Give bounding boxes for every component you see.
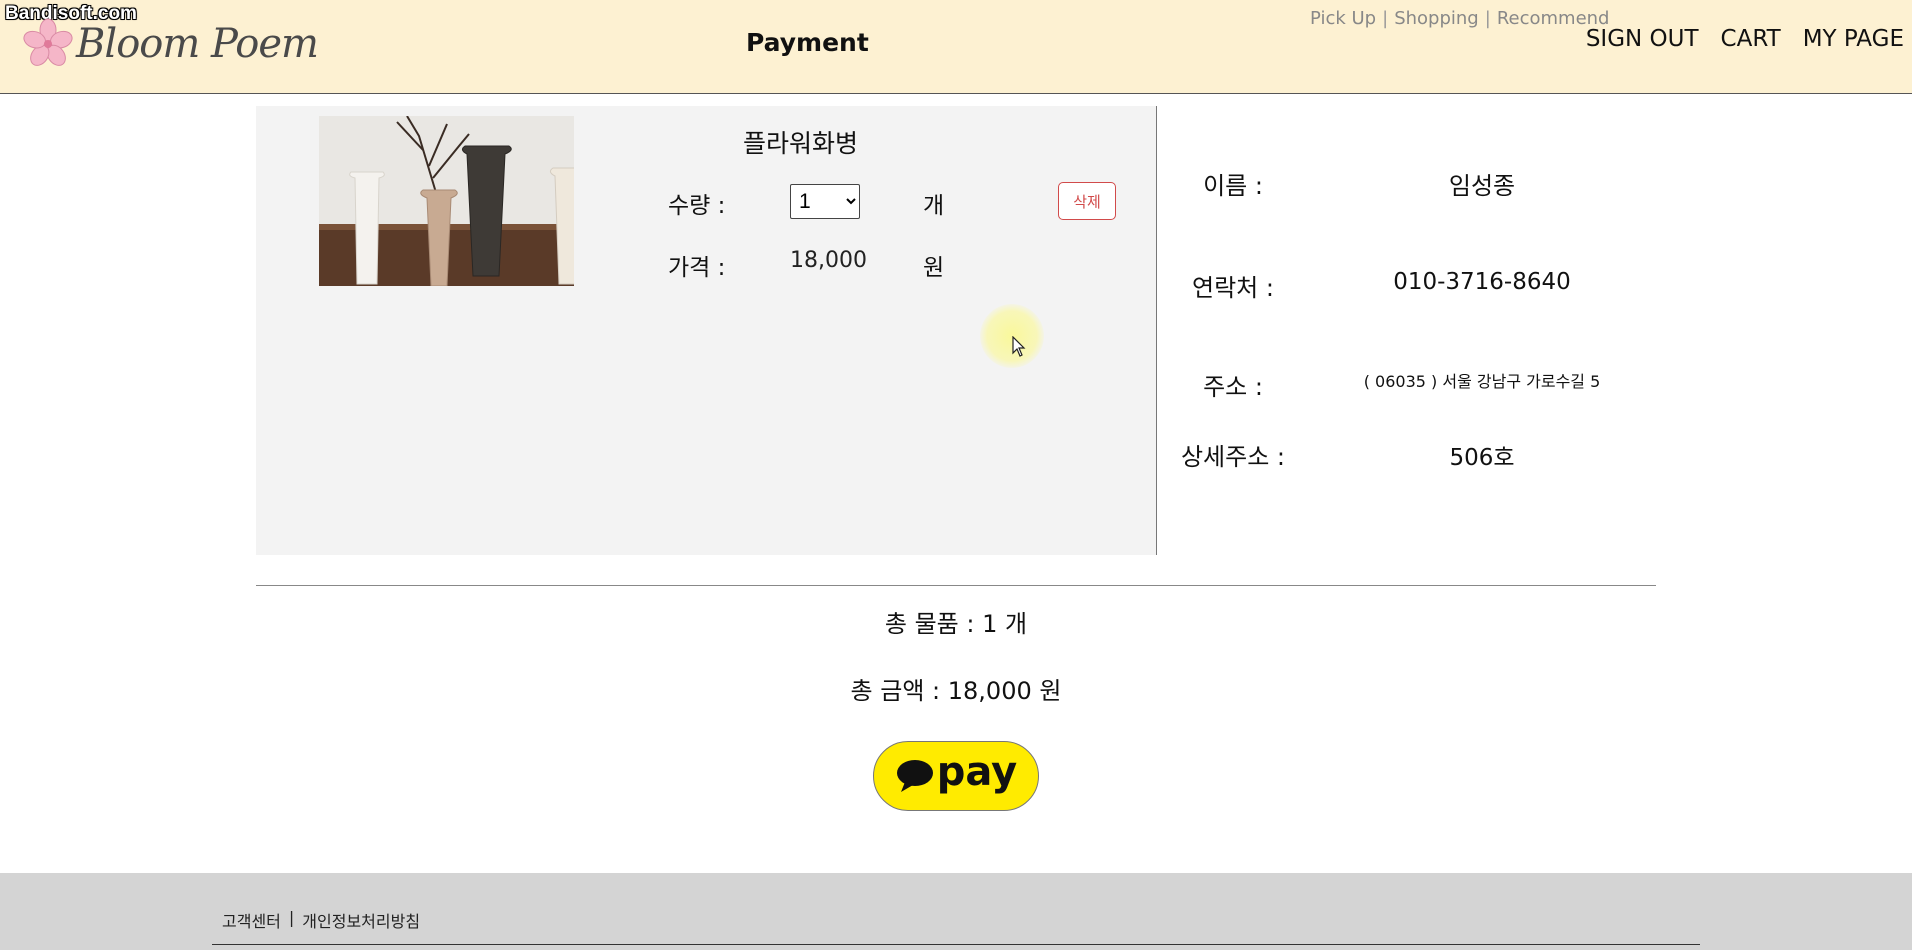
footer-divider [212,944,1700,945]
quantity-unit: 개 [923,193,945,219]
footer-links: 고객센터 | 개인정보처리방침 [222,908,420,932]
main-navigation: SIGN OUT CART MY PAGE [1586,26,1904,52]
sub-navigation: Pick Up | Shopping | Recommend [1304,8,1615,29]
site-logo[interactable]: Bloom Poem [22,18,319,70]
site-header: Bandisoft.com Bloom Poem Payment Pick Up… [0,0,1912,94]
quantity-select[interactable]: 1 [790,184,860,219]
product-image [319,116,574,286]
price-value: 18,000 [790,248,867,273]
page-title: Payment [746,28,869,57]
total-price: 총 금액 : 18,000 원 [850,677,1062,705]
my-page-link[interactable]: MY PAGE [1803,26,1904,52]
total-items: 총 물품 : 1 개 [884,610,1028,638]
section-divider [256,585,1656,586]
price-label: 가격 : [668,255,726,281]
footer-separator: | [288,908,295,927]
kakao-pay-button[interactable]: pay [873,741,1039,811]
footer-privacy-policy-link[interactable]: 개인정보처리방침 [302,908,420,932]
nav-shopping[interactable]: Shopping [1388,8,1485,29]
cart-item-panel: 플라워화병 수량 : 1 개 삭제 가격 : 18,000 원 [256,106,1157,555]
detail-address-value: 506호 [1449,445,1515,471]
sign-out-link[interactable]: SIGN OUT [1586,26,1699,52]
logo-text: Bloom Poem [76,21,319,67]
address-value: ( 06035 ) 서울 강남구 가로수길 5 [1363,372,1601,391]
footer-customer-center-link[interactable]: 고객센터 [222,908,281,932]
site-footer: 고객센터 | 개인정보처리방침 [0,873,1912,950]
mouse-pointer-icon [1012,336,1026,357]
quantity-label: 수량 : [668,193,726,219]
product-name: 플라워화병 [743,129,859,158]
speech-bubble-icon [896,760,933,792]
nav-pick-up[interactable]: Pick Up [1304,8,1382,29]
price-unit: 원 [923,255,945,281]
name-value: 임성종 [1448,172,1516,200]
pay-label: pay [936,749,1018,795]
cherry-blossom-icon [23,18,73,66]
phone-value: 010-3716-8640 [1393,269,1571,295]
cart-link[interactable]: CART [1721,26,1781,52]
delete-button[interactable]: 삭제 [1058,182,1116,220]
